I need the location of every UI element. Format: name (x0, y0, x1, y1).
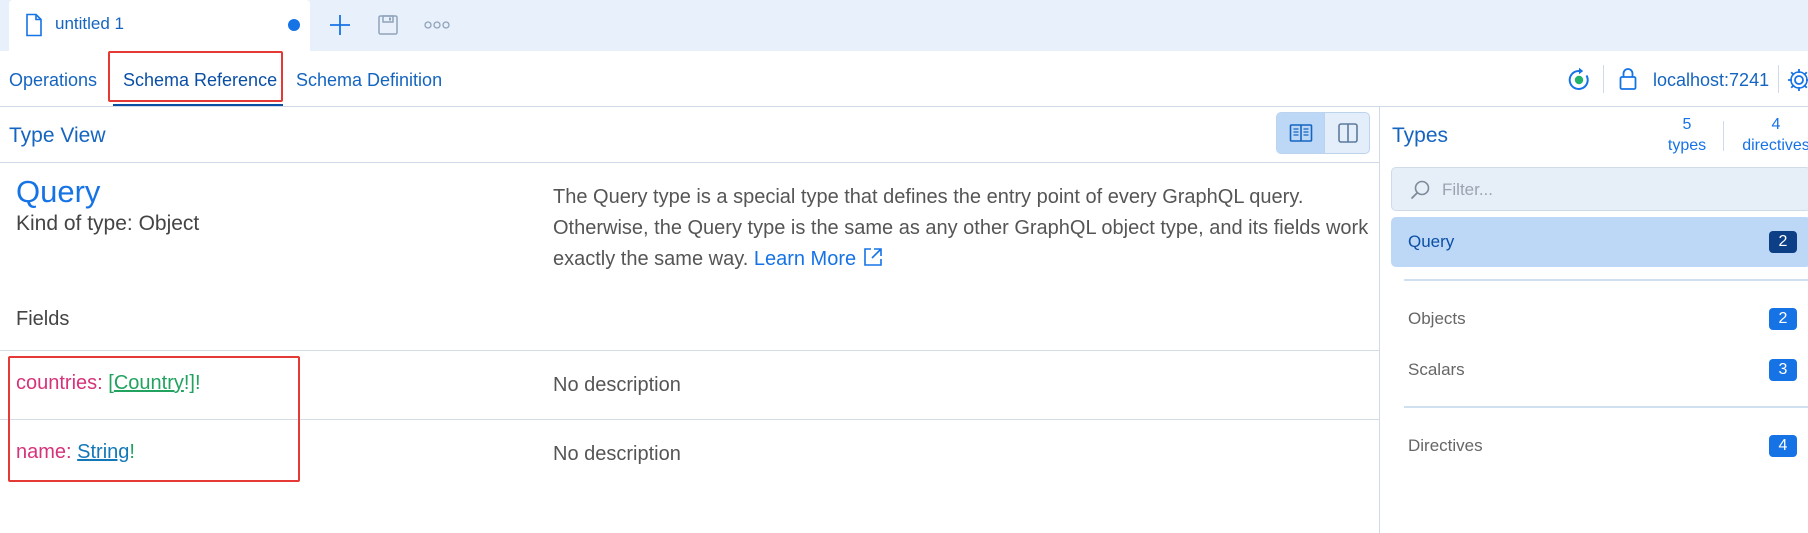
document-tab-strip: untitled 1 (0, 0, 1808, 51)
sidebar-item-label: Query (1408, 232, 1455, 251)
field-name: name (16, 441, 67, 463)
tab-operations[interactable]: Operations (9, 70, 97, 91)
field-name: countries (16, 372, 98, 394)
type-view-header: Type View (0, 107, 1379, 163)
type-name: Query (16, 174, 101, 209)
divider (0, 350, 1379, 351)
document-tab[interactable]: untitled 1 (9, 0, 310, 51)
count-badge: 3 (1769, 359, 1797, 381)
field-signature-countries: countries: [Country!]! (16, 372, 201, 394)
field-description: No description (553, 443, 681, 465)
sidebar-item-label: Directives (1408, 436, 1483, 455)
sidebar-item-label: Scalars (1408, 360, 1465, 379)
split-view-button[interactable] (1324, 113, 1369, 153)
type-kind: Kind of type: Object (16, 212, 200, 235)
count-badge: 4 (1769, 435, 1797, 457)
tab-schema-definition[interactable]: Schema Definition (296, 70, 442, 91)
file-icon (26, 13, 42, 37)
field-type-link[interactable]: String (77, 441, 129, 463)
more-icon (424, 21, 450, 29)
connection-lock[interactable] (1616, 51, 1640, 107)
book-icon (1289, 124, 1312, 142)
types-sidebar-title: Types (1392, 124, 1449, 147)
document-tab-title: untitled 1 (55, 14, 124, 33)
sidebar-item-directives[interactable]: Directives 4 (1391, 421, 1808, 471)
save-button[interactable] (373, 10, 403, 40)
divider (0, 419, 1379, 420)
sidebar-item-objects[interactable]: Objects 2 (1391, 294, 1808, 344)
gear-icon (1788, 69, 1808, 91)
sidebar-item-scalars[interactable]: Scalars 3 (1391, 345, 1808, 395)
directives-count: 4 directives (1742, 116, 1808, 154)
field-signature-name: name: String! (16, 441, 135, 463)
plus-icon (330, 15, 350, 35)
field-type-link[interactable]: Country (114, 372, 184, 394)
divider (1723, 121, 1724, 151)
unsaved-dot-icon (288, 19, 300, 31)
save-icon (378, 15, 398, 35)
view-tabs-bar: Operations Schema Reference Schema Defin… (0, 51, 1808, 107)
lock-icon (1619, 68, 1637, 90)
count-badge: 2 (1769, 308, 1797, 330)
column-view-button[interactable] (1277, 113, 1324, 153)
type-description-text: The Query type is a special type that de… (553, 186, 1369, 270)
type-description: The Query type is a special type that de… (553, 182, 1373, 275)
settings-button[interactable] (1786, 51, 1808, 107)
external-link-icon (863, 248, 882, 266)
tab-schema-reference[interactable]: Schema Reference (123, 70, 277, 91)
endpoint-url[interactable]: localhost:7241 (1653, 70, 1769, 91)
active-tab-indicator (113, 104, 283, 106)
new-tab-button[interactable] (325, 10, 355, 40)
divider (1404, 279, 1808, 281)
refresh-schema-button[interactable] (1564, 51, 1596, 107)
count-badge: 2 (1769, 231, 1797, 253)
layout-toggle (1276, 112, 1370, 154)
divider (1404, 406, 1808, 408)
more-options-button[interactable] (422, 10, 452, 40)
fields-heading: Fields (16, 308, 70, 330)
sidebar-item-query[interactable]: Query 2 (1391, 217, 1808, 267)
type-view-title: Type View (9, 124, 106, 147)
divider (1603, 65, 1604, 93)
filter-input[interactable]: Filter... (1391, 167, 1808, 211)
learn-more-link[interactable]: Learn More (754, 248, 884, 270)
sidebar-item-label: Objects (1408, 309, 1466, 328)
refresh-icon (1568, 67, 1589, 90)
divider (1778, 65, 1779, 93)
field-description: No description (553, 374, 681, 396)
filter-placeholder: Filter... (1442, 180, 1494, 199)
search-icon (1410, 180, 1430, 200)
split-panel-icon (1338, 123, 1358, 143)
types-count: 5 types (1667, 116, 1707, 154)
types-sidebar: Types 5 types 4 directives Filter... Que… (1379, 107, 1808, 533)
